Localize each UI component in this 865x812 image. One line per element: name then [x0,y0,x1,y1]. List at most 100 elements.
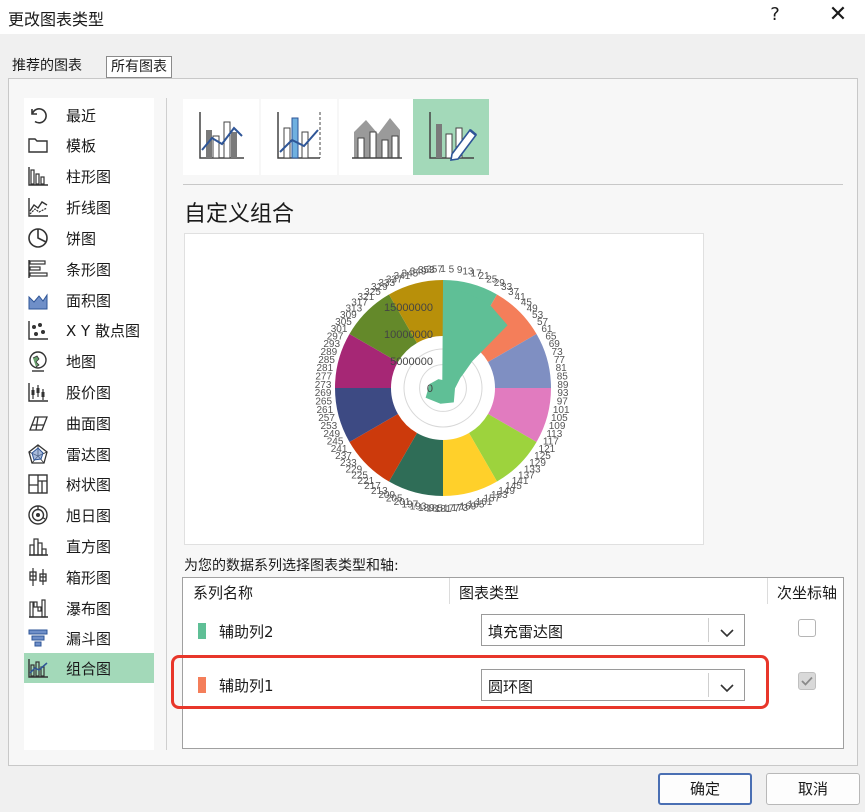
sidebar-item-radar[interactable]: 雷达图 [24,439,154,469]
section-title: 自定义组合 [184,202,295,227]
column-chart-icon [27,165,49,187]
sidebar-item-column[interactable]: 柱形图 [24,161,154,191]
chart-preview: 0 5000000 10000000 15000000 1 5 9 13 17 21 25 29 33 3… [184,233,704,545]
secondary-axis-checkbox[interactable] [798,672,816,690]
column-header-series-name: 系列名称 [193,584,254,602]
tab-recommended-charts[interactable]: 推荐的图表 [8,56,86,78]
radar-scale-label: 5000000 [390,356,433,368]
sidebar-item-funnel[interactable]: 漏斗图 [24,623,154,653]
sidebar-item-waterfall[interactable]: 瀑布图 [24,593,154,623]
sidebar-item-stock[interactable]: 股价图 [24,377,154,407]
sidebar-divider [166,98,167,750]
sidebar-item-label: 箱形图 [66,568,112,587]
combo-custom-icon [424,108,478,166]
sidebar-item-box-whisker[interactable]: 箱形图 [24,562,154,592]
help-button[interactable]: ? [764,4,786,25]
sidebar-item-label: 瀑布图 [66,599,112,618]
pie-chart-icon [27,227,49,249]
sidebar-item-label: 条形图 [66,260,112,279]
close-button[interactable]: ✕ [826,2,850,27]
preview-chart: 0500000010000000150000001 5 9 1317212529333… [315,264,570,515]
sidebar-item-recent[interactable]: 最近 [24,100,154,130]
sidebar-item-label: 柱形图 [66,167,112,186]
column-separator [449,578,450,604]
sidebar-item-pie[interactable]: 饼图 [24,223,154,253]
sidebar-item-label: 漏斗图 [66,629,112,648]
chart-type-select[interactable]: 填充雷达图 [481,614,745,646]
stock-chart-icon [27,381,49,403]
row-highlight-box [171,655,769,709]
dialog-title: 更改图表类型 [8,10,105,29]
column-header-secondary-axis: 次坐标轴 [777,584,838,602]
cancel-button[interactable]: 取消 [766,773,860,805]
column-header-chart-type: 图表类型 [459,584,520,602]
histogram-icon [27,535,49,557]
globe-icon [27,350,49,372]
sidebar-item-label: 组合图 [66,659,112,678]
sidebar-item-treemap[interactable]: 树状图 [24,469,154,499]
sidebar-item-label: 地图 [66,352,97,371]
box-whisker-icon [27,566,49,588]
surface-chart-icon [27,412,49,434]
combo-type-clustered-column-line-secondary[interactable] [261,99,337,175]
radar-scale-label: 0 [427,383,433,395]
sidebar-item-surface[interactable]: 曲面图 [24,408,154,438]
sidebar-item-label: 雷达图 [66,445,112,464]
sidebar-item-sunburst[interactable]: 旭日图 [24,500,154,530]
sidebar-item-label: 旭日图 [66,506,112,525]
sidebar-item-line[interactable]: 折线图 [24,192,154,222]
sidebar-item-label: 折线图 [66,198,112,217]
folder-icon [27,134,49,156]
secondary-axis-checkbox[interactable] [798,619,816,637]
combo-area-column-icon [350,108,404,166]
sidebar-item-label: 最近 [66,106,97,125]
series-name: 辅助列2 [219,623,274,641]
sidebar-item-scatter[interactable]: X Y 散点图 [24,315,154,345]
radar-chart-icon [27,443,49,465]
radar-category-label: 357 [426,264,443,275]
sidebar-item-map[interactable]: 地图 [24,346,154,376]
series-section-label: 为您的数据系列选择图表类型和轴: [184,558,399,574]
combo-chart-icon [27,657,49,679]
sidebar-item-label: 模板 [66,136,97,155]
select-separator [708,618,709,642]
sidebar-item-label: 股价图 [66,383,112,402]
chevron-down-icon[interactable] [718,624,736,638]
series-color-swatch [198,623,206,639]
sidebar-item-area[interactable]: 面积图 [24,285,154,315]
sidebar-item-label: 树状图 [66,475,112,494]
sidebar-item-label: 直方图 [66,537,112,556]
sidebar-item-histogram[interactable]: 直方图 [24,531,154,561]
combo-type-stacked-area-column[interactable] [339,99,415,175]
radar-scale-label: 10000000 [384,329,433,341]
column-separator [767,578,768,604]
combo-column-line-icon [194,108,248,166]
bar-chart-icon [27,258,49,280]
sunburst-icon [27,504,49,526]
area-chart-icon [27,289,49,311]
chart-type-value: 填充雷达图 [488,623,564,641]
title-bar: 更改图表类型 ? ✕ [0,0,865,34]
line-chart-icon [27,196,49,218]
sidebar-item-templates[interactable]: 模板 [24,130,154,160]
sidebar-item-label: 曲面图 [66,414,112,433]
recent-icon [27,104,49,126]
checkmark-icon [801,676,813,686]
ok-button[interactable]: 确定 [658,773,752,805]
funnel-icon [27,627,49,649]
sidebar-item-label: 面积图 [66,291,112,310]
scatter-chart-icon [27,319,49,341]
section-divider [183,184,843,185]
combo-type-custom-combination[interactable] [413,99,489,175]
radar-scale-label: 15000000 [384,302,433,314]
sidebar-item-label: X Y 散点图 [66,321,140,340]
sidebar-item-combo[interactable]: 组合图 [24,653,154,683]
chart-category-list: 最近 模板 柱形图 折线图 饼图 条形图 面积图 X Y 散点图 地图 股价图 … [24,98,154,750]
combo-type-clustered-column-line[interactable] [183,99,259,175]
treemap-icon [27,473,49,495]
combo-column-line-secondary-icon [272,108,326,166]
radar-category-label: 5 [449,264,455,275]
sidebar-item-bar[interactable]: 条形图 [24,254,154,284]
tab-all-charts[interactable]: 所有图表 [106,56,172,78]
sidebar-item-label: 饼图 [66,229,97,248]
